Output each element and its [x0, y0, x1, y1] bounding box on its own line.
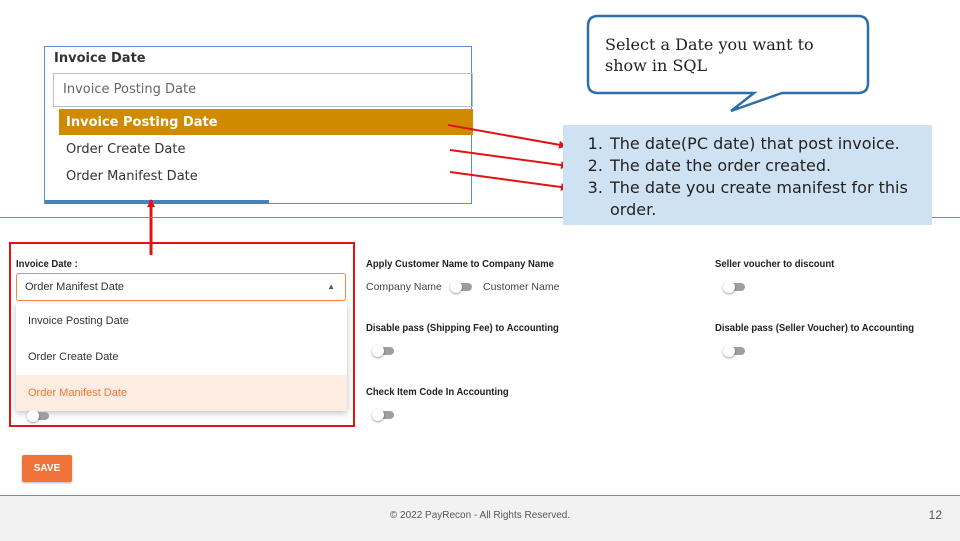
company-name-label: Company Name [366, 281, 442, 293]
highlight-frame [9, 242, 355, 427]
disable-shipping-label: Disable pass (Shipping Fee) to Accountin… [366, 323, 559, 334]
page-number: 12 [928, 508, 942, 522]
disable-seller-label: Disable pass (Seller Voucher) to Account… [715, 323, 915, 334]
zoom-select-value: Invoice Posting Date [63, 82, 197, 97]
explanation-item: The date(PC date) that post invoice. [608, 133, 932, 155]
company-customer-toggle[interactable] [450, 281, 472, 293]
disable-shipping-toggle[interactable] [372, 345, 394, 357]
explanation-item: The date you create manifest for this or… [608, 177, 932, 221]
customer-name-label: Customer Name [483, 281, 560, 293]
zoom-option-order-manifest-date[interactable]: Order Manifest Date [59, 163, 473, 189]
zoom-select-field[interactable]: Invoice Posting Date [53, 73, 473, 107]
section-divider [0, 217, 563, 218]
zoom-underline-bar [45, 200, 269, 204]
save-button[interactable]: SAVE [22, 455, 72, 482]
zoom-title: Invoice Date [54, 51, 146, 66]
copyright-text: © 2022 PayRecon - All Rights Reserved. [389, 510, 571, 521]
callout-text: Select a Date you want to show in SQL [605, 35, 814, 75]
check-item-toggle[interactable] [372, 409, 394, 421]
explanation-list: The date(PC date) that post invoice. The… [563, 125, 932, 221]
apply-customer-label: Apply Customer Name to Company Name [366, 259, 554, 270]
footer: © 2022 PayRecon - All Rights Reserved. 1… [0, 495, 960, 541]
invoice-date-zoom-panel: Invoice Date Invoice Posting Date Invoic… [44, 46, 473, 204]
section-divider [932, 217, 960, 218]
check-item-label: Check Item Code In Accounting [366, 387, 509, 398]
explanation-box: The date(PC date) that post invoice. The… [563, 125, 932, 225]
zoom-option-invoice-posting-date[interactable]: Invoice Posting Date [59, 109, 473, 135]
seller-voucher-toggle[interactable] [723, 281, 745, 293]
disable-seller-toggle[interactable] [723, 345, 745, 357]
zoom-option-order-create-date[interactable]: Order Create Date [59, 136, 473, 162]
explanation-item: The date the order created. [608, 155, 932, 177]
seller-voucher-label: Seller voucher to discount [715, 259, 835, 270]
